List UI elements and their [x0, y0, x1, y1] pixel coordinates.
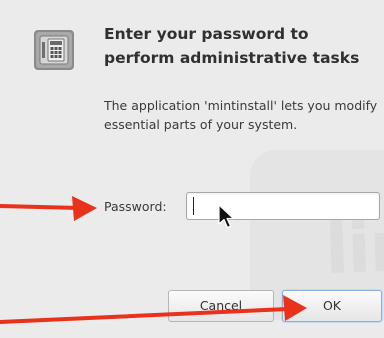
mouse-pointer-icon — [218, 204, 235, 229]
dialog-message: The application 'mintinstall' lets you m… — [104, 98, 378, 132]
text-caret — [193, 197, 194, 215]
safe-lock-icon — [34, 30, 74, 70]
arrow-to-password — [0, 196, 97, 221]
authentication-dialog: linux Enter your password to perform adm… — [0, 0, 384, 338]
cancel-button[interactable]: Cancel — [168, 290, 274, 322]
password-input[interactable] — [186, 192, 380, 220]
dialog-title: Enter your password to perform administr… — [104, 25, 360, 67]
password-label: Password: — [104, 199, 167, 214]
ok-button[interactable]: OK — [282, 290, 382, 322]
